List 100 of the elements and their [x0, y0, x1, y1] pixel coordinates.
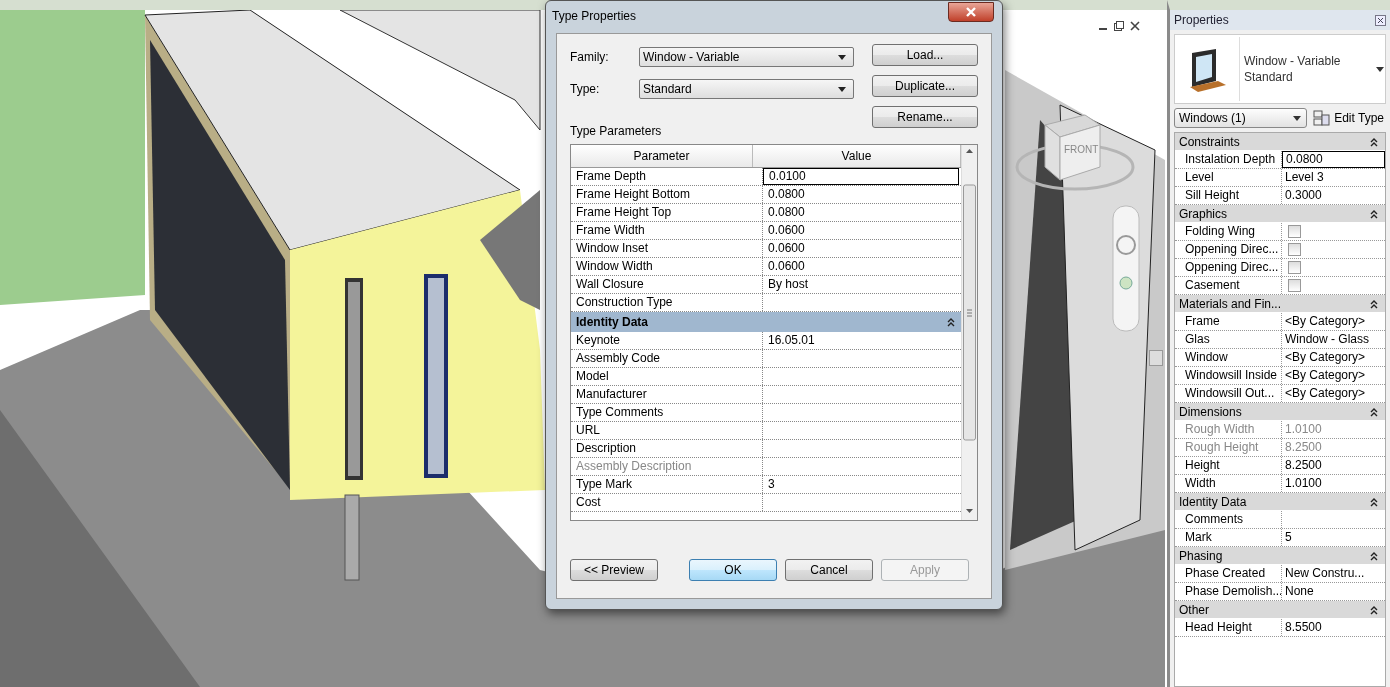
- view-cube-label: FRONT: [1064, 144, 1099, 155]
- property-label: Rough Height: [1175, 439, 1282, 456]
- parameter-value: 0.0800: [767, 204, 806, 221]
- field-label: Family:: [570, 50, 610, 64]
- property-value: <By Category>: [1285, 368, 1366, 382]
- parameter-name: Assembly Description: [571, 458, 763, 475]
- parameter-name: Assembly Code: [571, 350, 763, 367]
- property-label: Oppening Direc...: [1175, 259, 1282, 276]
- property-label: Sill Height: [1175, 187, 1282, 204]
- property-label: Window: [1175, 349, 1282, 366]
- property-label: Oppening Direc...: [1175, 241, 1282, 258]
- panel-title: Properties: [1174, 13, 1229, 27]
- property-value: 8.5500: [1285, 620, 1322, 634]
- property-value: 1.0100: [1285, 422, 1322, 436]
- parameter-name: Model: [571, 368, 763, 385]
- edit-type-button[interactable]: Edit Type: [1311, 108, 1386, 128]
- group-header[interactable]: Identity Data: [571, 312, 961, 332]
- checkbox[interactable]: [1288, 261, 1301, 274]
- parameter-value: 0.0600: [767, 258, 806, 275]
- parameter-name: Frame Width: [571, 222, 763, 239]
- parameter-name: Keynote: [571, 332, 763, 349]
- property-value: <By Category>: [1285, 314, 1366, 328]
- parameter-name: Cost: [571, 494, 763, 511]
- parameter-value: By host: [767, 276, 810, 293]
- parameter-name: Frame Height Bottom: [571, 186, 763, 203]
- property-value: None: [1285, 584, 1314, 598]
- group-title: Phasing: [1179, 548, 1223, 563]
- caret-icon: [1292, 114, 1303, 122]
- property-label: Level: [1175, 169, 1282, 186]
- property-value: 5: [1285, 530, 1292, 544]
- type-name: Window - Variable: [1244, 53, 1342, 69]
- property-value: Level 3: [1285, 170, 1324, 184]
- close-icon[interactable]: [1375, 14, 1386, 26]
- action-button[interactable]: Duplicate...: [872, 75, 978, 97]
- parameter-name: Window Width: [571, 258, 763, 275]
- collapse-icon[interactable]: [946, 316, 956, 328]
- preview-button[interactable]: << Preview: [570, 559, 658, 581]
- property-group-header[interactable]: Phasing: [1175, 547, 1385, 565]
- close-button[interactable]: [948, 2, 994, 22]
- restore-icon[interactable]: [1113, 20, 1125, 32]
- parameter-value: 16.05.01: [767, 332, 816, 349]
- property-label: Phase Demolish...: [1175, 583, 1282, 600]
- scrollbar-thumb[interactable]: [1149, 350, 1163, 366]
- property-group-header[interactable]: Graphics: [1175, 205, 1385, 223]
- parameter-value: 0.0600: [767, 240, 806, 257]
- action-button[interactable]: Load...: [872, 44, 978, 66]
- property-label: Glas: [1175, 331, 1282, 348]
- parameter-value: 0.0600: [767, 222, 806, 239]
- view-cube-icon[interactable]: [1044, 114, 1101, 181]
- property-label: Windowsill Inside: [1175, 367, 1282, 384]
- group-title: Graphics: [1179, 206, 1228, 221]
- group-title: Dimensions: [1179, 404, 1242, 419]
- dropdown[interactable]: Standard: [639, 79, 854, 99]
- property-value: 1.0100: [1285, 476, 1322, 490]
- property-value: 8.2500: [1285, 440, 1322, 454]
- type-selector[interactable]: Window - Variable Standard: [1174, 34, 1386, 104]
- caret-icon: [837, 85, 847, 93]
- dialog-button[interactable]: Cancel: [785, 559, 873, 581]
- edit-type-icon: [1313, 110, 1331, 126]
- property-label: Windowsill Out...: [1175, 385, 1282, 402]
- group-title: Identity Data: [1179, 494, 1247, 509]
- checkbox[interactable]: [1288, 225, 1301, 238]
- parameter-name: Frame Height Top: [571, 204, 763, 221]
- value-input[interactable]: 0.0100: [763, 168, 959, 185]
- property-label: Rough Width: [1175, 421, 1282, 438]
- property-group-header[interactable]: Dimensions: [1175, 403, 1385, 421]
- checkbox[interactable]: [1288, 279, 1301, 292]
- property-label: Frame: [1175, 313, 1282, 330]
- property-value: <By Category>: [1285, 386, 1366, 400]
- group-title: Materials and Fin...: [1179, 296, 1282, 311]
- parameter-name: Type Mark: [571, 476, 763, 493]
- parameter-value: 3: [767, 476, 776, 493]
- type-name: Standard: [1244, 69, 1294, 85]
- property-value: <By Category>: [1285, 350, 1366, 364]
- property-label: Instalation Depth: [1175, 151, 1282, 168]
- property-group-header[interactable]: Other: [1175, 601, 1385, 619]
- parameter-name: Construction Type: [571, 294, 763, 311]
- caret-icon: [837, 53, 847, 61]
- property-group-header[interactable]: Constraints: [1175, 133, 1385, 151]
- category-dropdown[interactable]: Windows (1): [1174, 108, 1308, 128]
- property-group-header[interactable]: Identity Data: [1175, 493, 1385, 511]
- dropdown[interactable]: Window - Variable: [639, 47, 854, 67]
- parameter-name: Window Inset: [571, 240, 763, 257]
- parameter-name: Description: [571, 440, 763, 457]
- checkbox[interactable]: [1288, 243, 1301, 256]
- dialog-button[interactable]: OK: [689, 559, 777, 581]
- close-icon[interactable]: [1129, 20, 1141, 32]
- property-value: 8.2500: [1285, 458, 1322, 472]
- caret-icon: [1375, 65, 1385, 73]
- property-label: Mark: [1175, 529, 1282, 546]
- column-header[interactable]: Parameter: [571, 145, 753, 167]
- action-button[interactable]: Rename...: [872, 106, 978, 128]
- section-label: Type Parameters: [570, 124, 663, 138]
- property-label: Phase Created: [1175, 565, 1282, 582]
- property-label: Casement: [1175, 277, 1282, 294]
- group-title: Constraints: [1179, 134, 1240, 149]
- dialog-button: Apply: [881, 559, 969, 581]
- field-label: Type:: [570, 82, 601, 96]
- property-group-header[interactable]: Materials and Fin...: [1175, 295, 1385, 313]
- property-value: New Constru...: [1285, 566, 1365, 580]
